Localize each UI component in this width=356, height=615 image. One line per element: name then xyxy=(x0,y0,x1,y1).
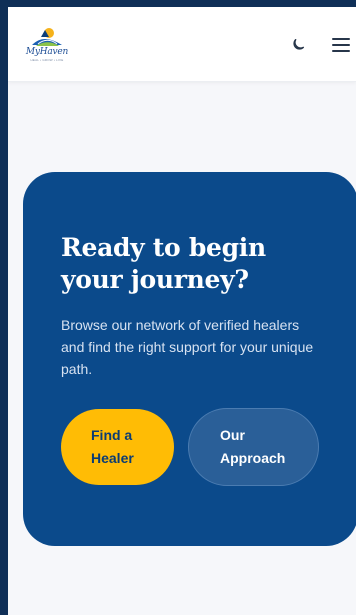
journey-cta-card: Ready to begin your journey? Browse our … xyxy=(23,172,356,546)
our-approach-label: Our Approach xyxy=(220,427,286,466)
our-approach-button[interactable]: Our Approach xyxy=(188,408,319,486)
theme-toggle-button[interactable] xyxy=(287,34,309,56)
find-a-healer-label: Find a Healer xyxy=(91,427,134,466)
app-frame: MyHaven HEAL • GROW • LIVE Ready to begi… xyxy=(8,7,356,615)
hamburger-menu-icon xyxy=(332,38,350,52)
myhaven-logo[interactable]: MyHaven HEAL • GROW • LIVE xyxy=(24,25,70,67)
main-menu-button[interactable] xyxy=(330,34,352,56)
site-header: MyHaven HEAL • GROW • LIVE xyxy=(8,7,356,82)
find-a-healer-button[interactable]: Find a Healer xyxy=(61,409,174,485)
cta-title: Ready to begin your journey? xyxy=(61,233,266,294)
cta-description: Browse our network of verified healers a… xyxy=(61,317,314,377)
logo-tagline: HEAL • GROW • LIVE xyxy=(30,58,64,62)
logo-name: MyHaven xyxy=(25,47,69,57)
moon-icon xyxy=(293,38,305,50)
